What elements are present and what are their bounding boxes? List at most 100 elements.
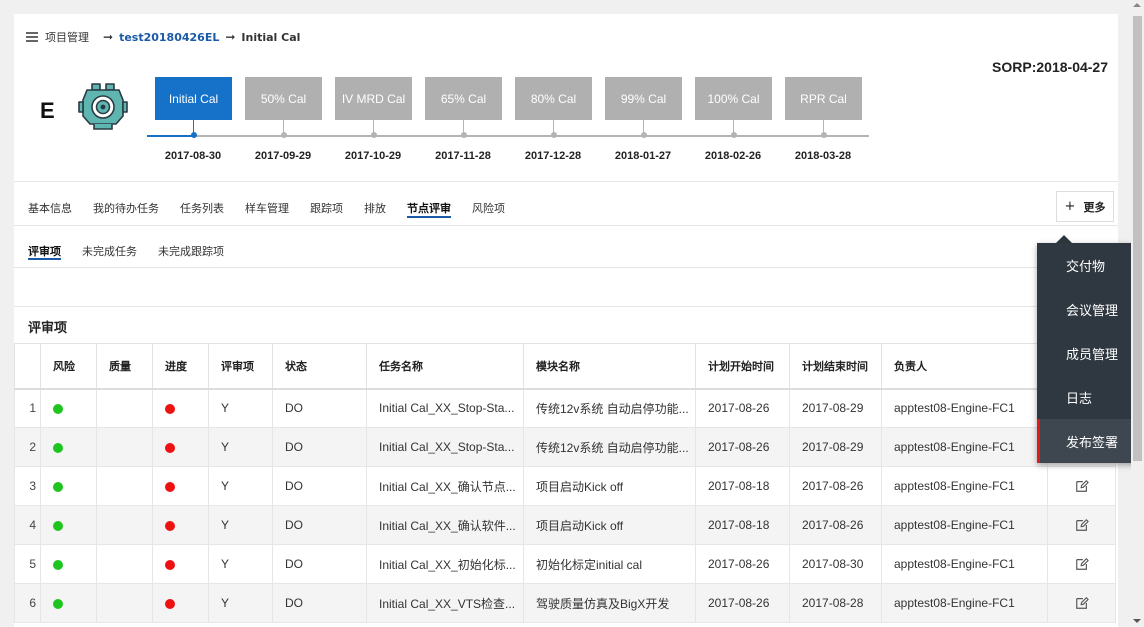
risk-cell (40, 427, 97, 467)
milestone-dot (281, 132, 287, 138)
tab-item[interactable]: 基本信息 (28, 200, 72, 218)
menu-item[interactable]: 日志 (1037, 375, 1141, 419)
tab-item[interactable]: 跟踪项 (310, 200, 343, 218)
progress-status-dot (165, 559, 175, 570)
task-name[interactable]: Initial Cal_XX_Stop-Sta... (366, 427, 524, 467)
milestone-button[interactable]: 65% Cal (425, 77, 502, 120)
more-button[interactable]: + 更多 (1056, 191, 1114, 222)
milestone-button[interactable]: 50% Cal (245, 77, 322, 120)
progress-status-dot (165, 404, 175, 415)
task-name[interactable]: Initial Cal_XX_初始化标... (366, 544, 524, 584)
milestone-button[interactable]: RPR Cal (785, 77, 862, 120)
edit-icon[interactable] (1075, 479, 1089, 493)
more-button-label: 更多 (1083, 200, 1106, 214)
milestone[interactable]: IV MRD Cal 2017-10-29 (335, 77, 425, 177)
module-name: 初始化标定initial cal (523, 544, 696, 584)
plan-start: 2017-08-18 (695, 466, 790, 506)
tab-item[interactable]: 排放 (364, 200, 386, 218)
row-number: 1 (14, 388, 41, 428)
milestone-button[interactable]: IV MRD Cal (335, 77, 412, 120)
tab-item[interactable]: 节点评审 (407, 200, 451, 218)
menu-icon[interactable] (26, 32, 38, 42)
edit-icon[interactable] (1075, 518, 1089, 532)
menu-item[interactable]: 会议管理 (1037, 287, 1141, 331)
subtab-item[interactable]: 评审项 (28, 243, 61, 260)
milestone[interactable]: 99% Cal 2018-01-27 (605, 77, 695, 177)
tab-item[interactable]: 任务列表 (180, 200, 224, 218)
plan-end: 2017-08-26 (789, 505, 882, 545)
task-name[interactable]: Initial Cal_XX_Stop-Sta... (366, 388, 524, 428)
subtab-item[interactable]: 未完成跟踪项 (158, 243, 224, 260)
risk-status-dot (53, 559, 63, 570)
plan-end: 2017-08-30 (789, 544, 882, 584)
progress-cell (152, 505, 209, 545)
quality-cell (96, 583, 153, 623)
progress-cell (152, 544, 209, 584)
table-row[interactable]: 4 Y DO Initial Cal_XX_确认软件... 项目启动Kick off 20… (14, 505, 1116, 545)
milestone[interactable]: Initial Cal 2017-08-30 (155, 77, 245, 177)
row-number: 3 (14, 466, 41, 506)
milestone-date: 2017-09-29 (254, 150, 312, 162)
task-name[interactable]: Initial Cal_XX_确认节点... (366, 466, 524, 506)
quality-cell (96, 505, 153, 545)
arrow-right-icon: ➞ (103, 30, 114, 44)
risk-cell (40, 466, 97, 506)
main-tabs: 基本信息 我的待办任务 任务列表 样车管理 跟踪项 排放 节点评审 风险项 (28, 200, 526, 218)
table-row[interactable]: 6 Y DO Initial Cal_XX_VTS检查... 驾驶质量仿真及BigX开发… (14, 583, 1116, 623)
risk-cell (40, 583, 97, 623)
breadcrumb-project-link[interactable]: test20180426EL (119, 31, 219, 44)
menu-item[interactable]: 交付物 (1037, 243, 1141, 287)
plan-end: 2017-08-29 (789, 388, 882, 428)
edit-icon[interactable] (1075, 557, 1089, 571)
task-name[interactable]: Initial Cal_XX_确认软件... (366, 505, 524, 545)
plus-icon: + (1064, 199, 1076, 214)
scroll-down-icon[interactable] (1133, 619, 1141, 623)
owner: apptest08-Engine-FC1 (881, 583, 1048, 623)
menu-item[interactable]: 成员管理 (1037, 331, 1141, 375)
milestone-button[interactable]: 100% Cal (695, 77, 772, 120)
status-cell: DO (272, 505, 367, 545)
status-cell: DO (272, 583, 367, 623)
subtab-item[interactable]: 未完成任务 (82, 243, 137, 260)
milestone[interactable]: 50% Cal 2017-09-29 (245, 77, 335, 177)
progress-cell (152, 466, 209, 506)
column-header: 负责人 (881, 343, 1048, 390)
menu-item[interactable]: 发布签署 (1037, 419, 1141, 463)
tab-item[interactable]: 我的待办任务 (93, 200, 159, 218)
task-name[interactable]: Initial Cal_XX_VTS检查... (366, 583, 524, 623)
scroll-thumb[interactable] (1133, 16, 1142, 461)
milestone-button[interactable]: 99% Cal (605, 77, 682, 120)
owner: apptest08-Engine-FC1 (881, 388, 1048, 428)
table-row[interactable]: 1 Y DO Initial Cal_XX_Stop-Sta... 传统12v系统 自动… (14, 388, 1116, 428)
tab-item[interactable]: 样车管理 (245, 200, 289, 218)
milestone[interactable]: RPR Cal 2018-03-28 (785, 77, 875, 177)
quality-cell (96, 427, 153, 467)
edit-icon[interactable] (1075, 596, 1089, 610)
milestone[interactable]: 100% Cal 2018-02-26 (695, 77, 785, 177)
scroll-up-icon[interactable] (1133, 3, 1141, 7)
column-header (14, 343, 41, 390)
status-cell: DO (272, 544, 367, 584)
module-name: 传统12v系统 自动启停功能... (523, 388, 696, 428)
status-cell: DO (272, 427, 367, 467)
tab-item[interactable]: 风险项 (472, 200, 505, 218)
table-row[interactable]: 3 Y DO Initial Cal_XX_确认节点... 项目启动Kick off 20… (14, 466, 1116, 506)
project-card: 项目管理 ➞ test20180426EL ➞ Initial Cal SORP… (14, 14, 1118, 627)
column-header: 风险 (40, 343, 97, 390)
column-header: 任务名称 (366, 343, 524, 390)
breadcrumb-root[interactable]: 项目管理 (45, 29, 89, 45)
milestone-button[interactable]: Initial Cal (155, 77, 232, 120)
milestone[interactable]: 65% Cal 2017-11-28 (425, 77, 515, 177)
table-row[interactable]: 5 Y DO Initial Cal_XX_初始化标... 初始化标定initial c… (14, 544, 1116, 584)
page-scrollbar[interactable] (1131, 0, 1144, 627)
plan-end: 2017-08-26 (789, 466, 882, 506)
milestone-date: 2017-10-29 (344, 150, 402, 162)
milestone-dot (371, 132, 377, 138)
table-row[interactable]: 2 Y DO Initial Cal_XX_Stop-Sta... 传统12v系统 自动… (14, 427, 1116, 467)
milestone-dot (641, 132, 647, 138)
milestone-button[interactable]: 80% Cal (515, 77, 592, 120)
risk-status-dot (53, 520, 63, 531)
milestone[interactable]: 80% Cal 2017-12-28 (515, 77, 605, 177)
column-header: 评审项 (208, 343, 273, 390)
column-header: 模块名称 (523, 343, 696, 390)
